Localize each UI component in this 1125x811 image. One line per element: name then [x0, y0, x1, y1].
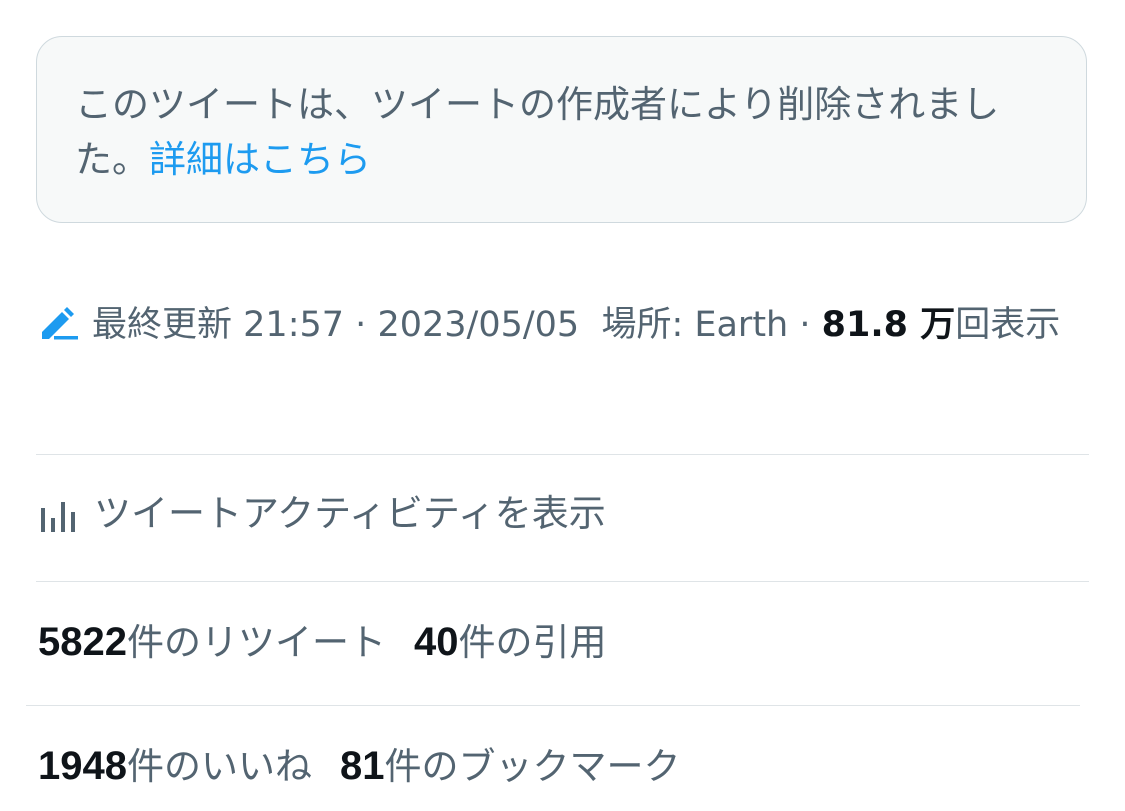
retweet-quote-stats: 5822件のリツイート 40件の引用 [38, 614, 606, 671]
meta-separator: · [799, 305, 811, 345]
timestamp-time[interactable]: 21:57 [243, 305, 344, 345]
divider [36, 454, 1089, 455]
likes-count: 1948 [38, 744, 127, 788]
divider [26, 705, 1080, 706]
retweets-count: 5822 [38, 620, 127, 664]
meta-separator: · [355, 305, 367, 345]
location-text: 場所: Earth [601, 305, 789, 345]
like-bookmark-stats: 1948件のいいね 81件のブックマーク [38, 738, 680, 795]
likes-label: 件のいいね [126, 745, 312, 788]
deleted-tweet-notice: このツイートは、ツイートの作成者により削除されました。詳細はこちら [36, 36, 1087, 223]
quotes-label: 件の引用 [458, 621, 607, 664]
bar-chart-icon [41, 502, 75, 532]
retweets-label: 件のリツイート [126, 621, 386, 664]
bookmarks-count: 81 [339, 744, 385, 788]
pencil-icon [42, 307, 78, 340]
bookmarks-link[interactable]: 81件のブックマーク [339, 744, 681, 788]
quotes-link[interactable]: 40件の引用 [413, 620, 607, 664]
timestamp-date[interactable]: 2023/05/05 [377, 305, 579, 345]
views-count: 81.8 万 [821, 305, 956, 345]
learn-more-link[interactable]: 詳細はこちら [149, 138, 371, 181]
views-label: 回表示 [955, 305, 1061, 345]
retweets-link[interactable]: 5822件のリツイート [38, 620, 386, 664]
tweet-activity-label: ツイートアクティビティを表示 [94, 492, 606, 535]
tweet-activity-link[interactable]: ツイートアクティビティを表示 [38, 486, 606, 542]
bookmarks-label: 件のブックマーク [384, 745, 681, 788]
last-updated-label: 最終更新 [92, 305, 233, 345]
divider [36, 581, 1089, 582]
quotes-count: 40 [413, 620, 459, 664]
tweet-metadata: 最終更新 21:57 · 2023/05/05 場所: Earth · 81.8… [38, 292, 1078, 358]
likes-link[interactable]: 1948件のいいね [38, 744, 312, 788]
